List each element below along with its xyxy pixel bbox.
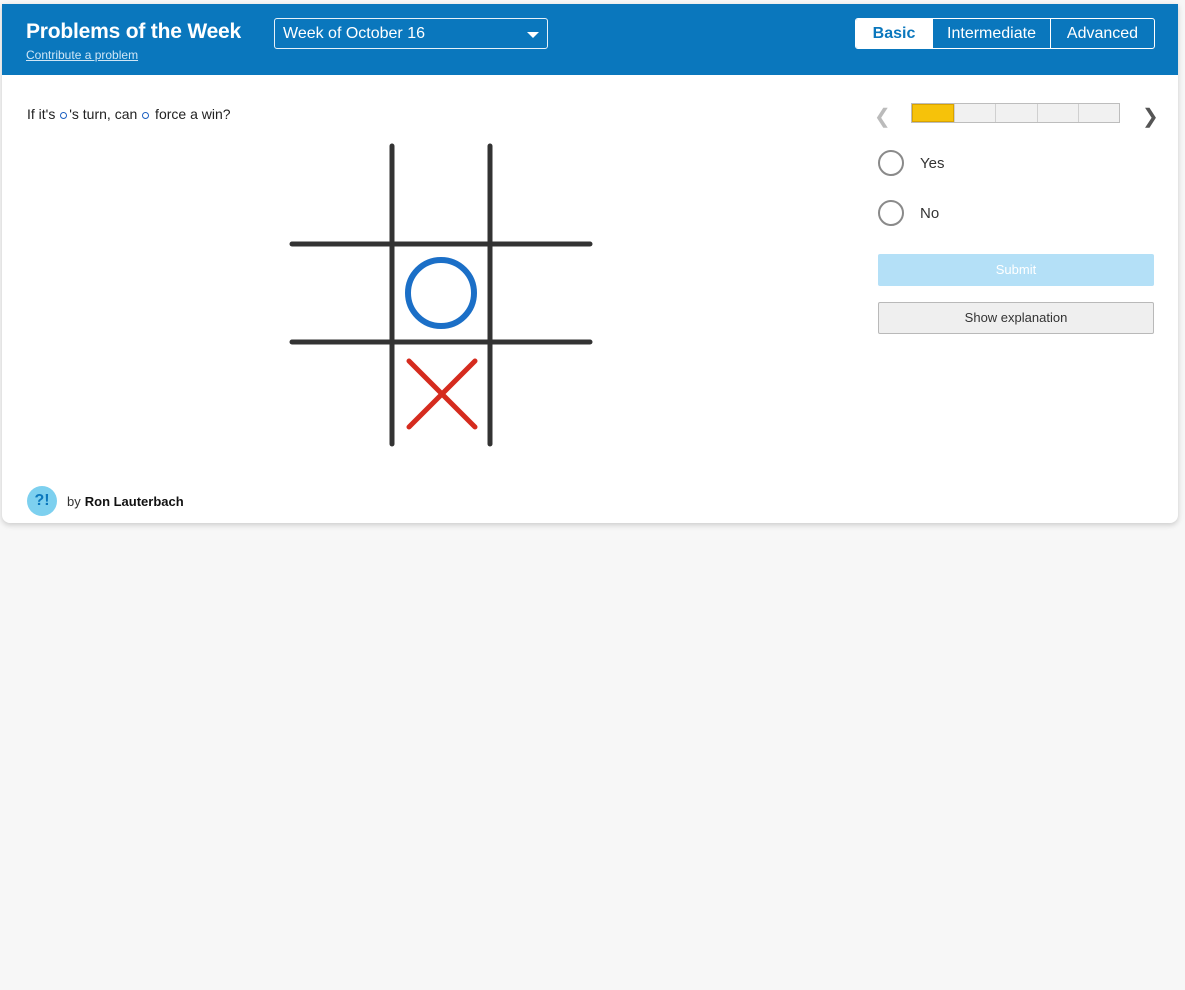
board-o-mark: [405, 257, 477, 329]
o-symbol-icon: [142, 111, 150, 119]
progress-segment: [912, 104, 955, 122]
progress-segment: [1077, 104, 1119, 122]
question-part: 's turn, can: [69, 106, 142, 122]
tab-basic[interactable]: Basic: [856, 19, 932, 48]
radio-yes[interactable]: [878, 150, 904, 176]
contribute-link[interactable]: Contribute a problem: [26, 48, 138, 62]
show-explanation-button[interactable]: Show explanation: [878, 302, 1154, 334]
avatar: ?!: [27, 486, 57, 516]
progress-bar: [911, 103, 1120, 123]
chevron-right-icon[interactable]: ❯: [1142, 104, 1159, 129]
progress-segment: [995, 104, 1036, 122]
author-credit: ?! by Ron Lauterbach: [27, 486, 184, 516]
answer-no[interactable]: No: [878, 199, 939, 227]
board-grid: [289, 143, 593, 447]
header-bar: Problems of the Week Contribute a proble…: [2, 4, 1178, 75]
question-part: If it's: [27, 106, 60, 122]
tab-intermediate[interactable]: Intermediate: [932, 19, 1050, 48]
question-part: force a win?: [151, 106, 231, 122]
chevron-left-icon[interactable]: ❮: [874, 104, 891, 129]
progress-segment: [1036, 104, 1078, 122]
tic-tac-toe-board: [289, 143, 593, 447]
week-dropdown-value: Week of October 16: [283, 25, 425, 42]
by-label: by: [67, 493, 81, 509]
o-symbol-icon: [60, 111, 68, 119]
page-title: Problems of the Week: [26, 20, 242, 43]
answer-yes-label: Yes: [920, 154, 945, 172]
progress-segment: [954, 104, 995, 122]
author-name: Ron Lauterbach: [84, 493, 184, 509]
radio-no[interactable]: [878, 200, 904, 226]
submit-button[interactable]: Submit: [878, 254, 1154, 286]
level-tabs: Basic Intermediate Advanced: [855, 18, 1155, 49]
problem-card: Problems of the Week Contribute a proble…: [2, 4, 1178, 523]
week-dropdown[interactable]: Week of October 16: [274, 18, 548, 49]
board-x-mark: [406, 358, 478, 430]
tab-advanced[interactable]: Advanced: [1050, 19, 1154, 48]
question-text: If it's 's turn, can force a win?: [27, 106, 231, 122]
chevron-down-icon: [527, 32, 539, 38]
answer-no-label: No: [920, 204, 940, 222]
answer-yes[interactable]: Yes: [878, 149, 944, 177]
